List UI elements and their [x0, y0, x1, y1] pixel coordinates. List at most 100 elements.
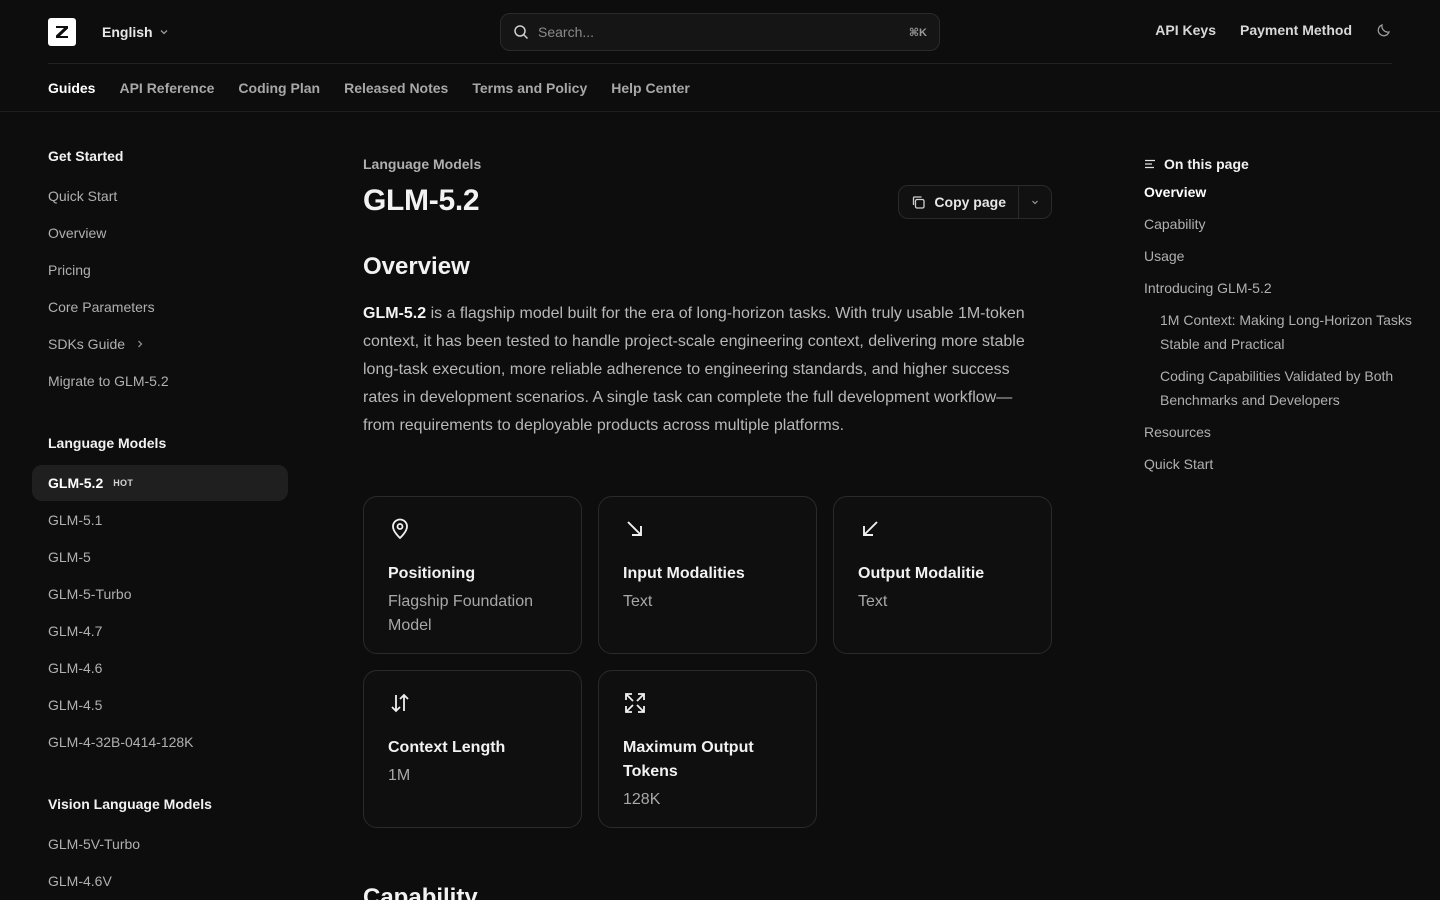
- sidebar-item-glm-5v-turbo[interactable]: GLM-5V-Turbo: [32, 826, 288, 862]
- toc-item-1m-context[interactable]: 1M Context: Making Long-Horizon Tasks St…: [1160, 308, 1424, 356]
- hot-badge: HOT: [113, 478, 134, 488]
- nav-tabs: Guides API Reference Coding Plan Release…: [48, 64, 690, 112]
- sidebar-item-migrate[interactable]: Migrate to GLM-5.2: [32, 363, 288, 399]
- language-label: English: [102, 24, 153, 40]
- sidebar-heading-language-models: Language Models: [48, 435, 167, 451]
- sidebar-item-label: GLM-5.1: [48, 512, 103, 528]
- tab-api-reference[interactable]: API Reference: [119, 64, 214, 112]
- sidebar-heading-get-started: Get Started: [48, 148, 124, 164]
- card-value: Text: [858, 593, 888, 610]
- payment-method-link[interactable]: Payment Method: [1240, 22, 1352, 38]
- expand-icon: [625, 693, 645, 713]
- sidebar-item-glm-5-turbo[interactable]: GLM-5-Turbo: [32, 576, 288, 612]
- sidebar-item-glm-4-5[interactable]: GLM-4.5: [32, 687, 288, 723]
- toc-heading: On this page: [1144, 156, 1249, 172]
- copy-page-button[interactable]: Copy page: [899, 186, 1019, 218]
- toc-item-resources[interactable]: Resources: [1144, 420, 1211, 444]
- tab-guides[interactable]: Guides: [48, 64, 96, 112]
- sidebar-item-glm-4-6v[interactable]: GLM-4.6V: [32, 863, 288, 899]
- copy-page-dropdown[interactable]: [1019, 186, 1051, 218]
- overview-heading: Overview: [363, 253, 470, 280]
- sidebar-item-label: GLM-5V-Turbo: [48, 836, 141, 852]
- sidebar-item-glm-4-32b[interactable]: GLM-4-32B-0414-128K: [32, 724, 288, 760]
- tab-help-center[interactable]: Help Center: [611, 64, 690, 112]
- card-value: Flagship Foundation Model: [388, 593, 533, 634]
- map-pin-icon: [392, 518, 408, 540]
- moon-icon[interactable]: [1376, 22, 1392, 38]
- card-value: 1M: [388, 767, 411, 784]
- search-shortcut: ⌘K: [908, 26, 927, 39]
- sidebar-item-core-parameters[interactable]: Core Parameters: [32, 289, 288, 325]
- toc-item-coding-capabilities[interactable]: Coding Capabilities Validated by Both Be…: [1160, 364, 1424, 412]
- sidebar-item-label: GLM-4.7: [48, 623, 103, 639]
- max-output-tokens-card: Maximum Output Tokens 128K: [598, 670, 817, 828]
- sidebar-item-glm-5-2[interactable]: GLM-5.2 HOT: [32, 465, 288, 501]
- sidebar-item-label: Quick Start: [48, 188, 118, 204]
- sidebar-item-label: Overview: [48, 225, 107, 241]
- search-box[interactable]: ⌘K: [500, 13, 940, 51]
- toc-item-capability[interactable]: Capability: [1144, 212, 1205, 236]
- card-title: Maximum Output Tokens: [623, 739, 754, 780]
- search-icon: [514, 25, 529, 40]
- sidebar-item-label: Core Parameters: [48, 299, 155, 315]
- tab-terms-and-policy[interactable]: Terms and Policy: [472, 64, 587, 112]
- top-bar: English ⌘K API Keys Payment Method: [0, 0, 1440, 64]
- tabs-divider: [0, 111, 1440, 112]
- sidebar-item-glm-4-7[interactable]: GLM-4.7: [32, 613, 288, 649]
- sidebar-item-label: Pricing: [48, 262, 91, 278]
- tab-coding-plan[interactable]: Coding Plan: [238, 64, 320, 112]
- arrows-up-down-icon: [391, 693, 409, 713]
- sidebar-item-label: GLM-4.6V: [48, 873, 112, 889]
- arrow-down-left-icon: [863, 521, 878, 536]
- sidebar-item-glm-4-6[interactable]: GLM-4.6: [32, 650, 288, 686]
- sidebar-item-label: GLM-4.6: [48, 660, 103, 676]
- context-length-card: Context Length 1M: [363, 670, 582, 828]
- sidebar-item-label: GLM-5: [48, 549, 91, 565]
- toc-item-quick-start[interactable]: Quick Start: [1144, 452, 1213, 476]
- sidebar-item-label: SDKs Guide: [48, 336, 126, 352]
- page-title: GLM-5.2: [363, 184, 480, 217]
- sidebar-item-label: GLM-4.5: [48, 697, 103, 713]
- chevron-down-icon: [1032, 200, 1038, 205]
- toc-heading-label: On this page: [1164, 156, 1249, 172]
- overview-text: is a flagship model built for the era of…: [363, 305, 1025, 434]
- language-selector[interactable]: English: [102, 22, 169, 42]
- copy-icon: [913, 195, 926, 209]
- sidebar-item-pricing[interactable]: Pricing: [32, 252, 288, 288]
- sidebar-item-glm-5-1[interactable]: GLM-5.1: [32, 502, 288, 538]
- copy-page-label: Copy page: [934, 194, 1006, 210]
- sidebar-heading-vision-language-models: Vision Language Models: [48, 796, 212, 812]
- sidebar-item-sdks-guide[interactable]: SDKs Guide: [32, 326, 288, 362]
- capability-heading: Capability: [363, 884, 478, 900]
- overview-paragraph: GLM-5.2 is a flagship model built for th…: [363, 300, 1043, 440]
- sidebar-item-glm-5[interactable]: GLM-5: [32, 539, 288, 575]
- search-input[interactable]: [538, 24, 900, 40]
- chevron-right-icon: [138, 340, 143, 348]
- sidebar-item-label: Migrate to GLM-5.2: [48, 373, 169, 389]
- input-modalities-card: Input Modalities Text: [598, 496, 817, 654]
- card-value: 128K: [623, 791, 661, 808]
- chevron-down-icon: [160, 30, 168, 35]
- card-title: Positioning: [388, 565, 476, 582]
- card-value: Text: [623, 593, 653, 610]
- output-modalities-card: Output Modalitie Text: [833, 496, 1052, 654]
- tab-released-notes[interactable]: Released Notes: [344, 64, 448, 112]
- list-icon: [1145, 159, 1155, 169]
- breadcrumb: Language Models: [363, 156, 482, 172]
- sidebar-item-label: GLM-5-Turbo: [48, 586, 132, 602]
- arrow-down-right-icon: [627, 521, 642, 536]
- model-name: GLM-5.2: [363, 305, 427, 322]
- card-title: Input Modalities: [623, 565, 745, 582]
- sidebar-item-quick-start[interactable]: Quick Start: [32, 178, 288, 214]
- card-title: Context Length: [388, 739, 506, 756]
- card-title: Output Modalitie: [858, 565, 985, 582]
- sidebar-item-label: GLM-4-32B-0414-128K: [48, 734, 194, 750]
- logo-icon[interactable]: [48, 18, 76, 46]
- sidebar-item-overview[interactable]: Overview: [32, 215, 288, 251]
- toc-item-usage[interactable]: Usage: [1144, 244, 1184, 268]
- positioning-card: Positioning Flagship Foundation Model: [363, 496, 582, 654]
- api-keys-link[interactable]: API Keys: [1155, 22, 1216, 38]
- toc-item-introducing[interactable]: Introducing GLM-5.2: [1144, 276, 1272, 300]
- copy-page-control: Copy page: [898, 185, 1052, 219]
- toc-item-overview[interactable]: Overview: [1144, 180, 1206, 204]
